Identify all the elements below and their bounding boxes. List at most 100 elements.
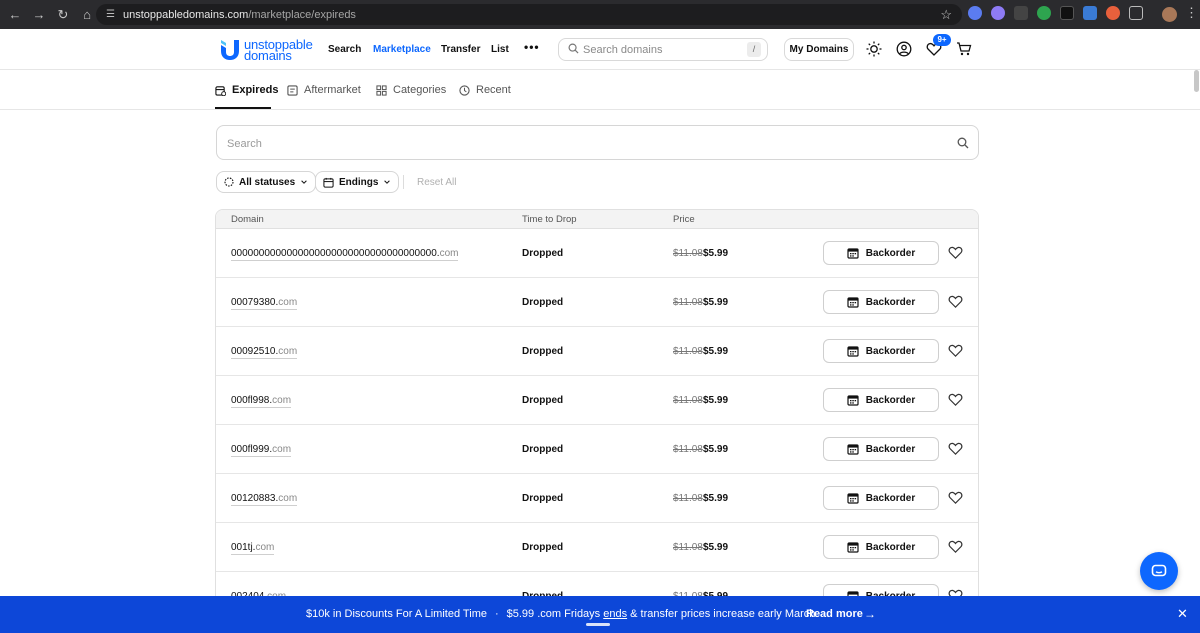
search-icon[interactable]	[957, 137, 969, 149]
promo-part-1: $10k in Discounts For A Limited Time	[306, 608, 487, 620]
extensions-puzzle-icon[interactable]	[1129, 6, 1143, 20]
url-path: /marketplace/expireds	[248, 8, 356, 21]
expireds-search[interactable]	[216, 125, 979, 160]
original-price: $11.08	[673, 493, 703, 504]
more-menu-icon[interactable]: •••	[524, 40, 540, 54]
sale-price: $5.99	[703, 395, 729, 406]
backorder-button[interactable]: Backorder	[823, 339, 939, 363]
domain-link[interactable]: 001tj.com	[231, 542, 275, 555]
logo-wordmark[interactable]: unstoppable domains	[244, 38, 313, 62]
sale-price: $5.99	[703, 444, 729, 455]
extension-icon[interactable]	[1083, 6, 1097, 20]
table-row: 00120883.com Dropped $11.08 $5.99 Backor…	[216, 474, 978, 523]
close-icon[interactable]: ✕	[1177, 606, 1188, 622]
browser-toolbar: ← → ↻ ⌂ ☰ unstoppabledomains.com/marketp…	[0, 0, 1200, 29]
domain-tld: com	[439, 248, 459, 259]
domain-tld: com	[278, 297, 298, 308]
extension-icon[interactable]	[1014, 6, 1028, 20]
favorite-heart-icon[interactable]	[948, 441, 963, 456]
read-more-link[interactable]: Read more	[806, 608, 863, 620]
forward-icon[interactable]: →	[28, 4, 50, 26]
theme-toggle-icon[interactable]	[866, 41, 882, 57]
domain-link[interactable]: 000fl998.com	[231, 395, 292, 408]
promo-banner: $10k in Discounts For A Limited Time · $5.…	[0, 596, 1200, 633]
reload-icon[interactable]: ↻	[52, 4, 74, 26]
extension-icon[interactable]	[991, 6, 1005, 20]
nav-search[interactable]: Search	[328, 44, 361, 55]
calendar-clock-icon	[215, 85, 226, 96]
site-settings-icon[interactable]: ☰	[106, 9, 115, 20]
unstoppable-logo-icon[interactable]	[220, 39, 240, 61]
promo-part-2b: ends	[603, 608, 628, 620]
backorder-button[interactable]: Backorder	[823, 241, 939, 265]
endings-filter-dropdown[interactable]: Endings	[315, 171, 400, 193]
my-domains-button[interactable]: My Domains	[784, 38, 854, 61]
backorder-button[interactable]: Backorder	[823, 437, 939, 461]
tab-aftermarket[interactable]: Aftermarket	[287, 84, 361, 96]
tab-aftermarket-label: Aftermarket	[304, 84, 361, 96]
favorite-heart-icon[interactable]	[948, 392, 963, 407]
cart-icon[interactable]	[956, 41, 972, 57]
domain-tld: com	[255, 542, 275, 553]
backorder-label: Backorder	[865, 492, 916, 504]
extensions-bar	[968, 6, 1143, 20]
original-price: $11.08	[673, 346, 703, 357]
domain-link[interactable]: 0000000000000000000000000000000000000.co…	[231, 248, 459, 261]
domain-name: 000fl999.	[231, 444, 273, 455]
backorder-label: Backorder	[865, 394, 916, 406]
sale-price: $5.99	[703, 542, 729, 553]
backorder-label: Backorder	[865, 345, 916, 357]
nav-transfer[interactable]: Transfer	[441, 44, 480, 55]
tab-expireds[interactable]: Expireds	[215, 84, 278, 96]
clock-icon	[459, 84, 470, 96]
domain-link[interactable]: 00120883.com	[231, 493, 298, 506]
browser-menu-icon[interactable]: ⋮	[1185, 5, 1198, 21]
arrow-right-icon[interactable]: →	[864, 607, 876, 621]
filter-divider	[403, 175, 404, 189]
domain-link[interactable]: 00079380.com	[231, 297, 298, 310]
reset-all-button[interactable]: Reset All	[417, 177, 456, 188]
domain-link[interactable]: 00092510.com	[231, 346, 298, 359]
expireds-search-input[interactable]	[227, 136, 927, 152]
table-header: Domain Time to Drop Price	[216, 210, 978, 229]
back-icon[interactable]: ←	[4, 4, 26, 26]
search-shortcut-key: /	[747, 42, 761, 57]
backorder-button[interactable]: Backorder	[823, 486, 939, 510]
favorite-heart-icon[interactable]	[948, 343, 963, 358]
bookmark-star-icon[interactable]: ☆	[940, 7, 952, 23]
support-chat-button[interactable]	[1140, 552, 1178, 590]
address-bar[interactable]: ☰ unstoppabledomains.com/marketplace/exp…	[96, 4, 962, 25]
favorite-heart-icon[interactable]	[948, 539, 963, 554]
time-to-drop: Dropped	[522, 346, 564, 357]
time-to-drop: Dropped	[522, 444, 564, 455]
extension-icon[interactable]	[1037, 6, 1051, 20]
search-domains-input[interactable]	[583, 42, 733, 58]
profile-avatar[interactable]	[1162, 7, 1177, 22]
extension-icon[interactable]	[1106, 6, 1120, 20]
promo-separator: ·	[494, 608, 499, 620]
account-icon[interactable]	[896, 41, 912, 57]
calendar-icon	[847, 395, 859, 406]
nav-marketplace[interactable]: Marketplace	[373, 44, 431, 55]
backorder-button[interactable]: Backorder	[823, 290, 939, 314]
extension-icon[interactable]	[1060, 6, 1074, 20]
column-header-domain: Domain	[231, 214, 264, 225]
status-filter-dropdown[interactable]: All statuses	[216, 171, 317, 193]
backorder-button[interactable]: Backorder	[823, 535, 939, 559]
original-price: $11.08	[673, 444, 703, 455]
backorder-button[interactable]: Backorder	[823, 388, 939, 412]
calendar-icon	[847, 346, 859, 357]
time-to-drop: Dropped	[522, 248, 564, 259]
favorite-heart-icon[interactable]	[948, 294, 963, 309]
header-search[interactable]: /	[558, 38, 768, 61]
tab-recent[interactable]: Recent	[459, 84, 511, 96]
favorite-heart-icon[interactable]	[948, 490, 963, 505]
extension-icon[interactable]	[968, 6, 982, 20]
nav-list[interactable]: List	[491, 44, 509, 55]
favorite-heart-icon[interactable]	[948, 245, 963, 260]
domain-link[interactable]: 000fl999.com	[231, 444, 292, 457]
tab-categories[interactable]: Categories	[376, 84, 446, 96]
table-body: 0000000000000000000000000000000000000.co…	[216, 229, 978, 608]
domain-name: 0000000000000000000000000000000000000.	[231, 248, 440, 259]
home-icon[interactable]: ⌂	[76, 4, 98, 26]
